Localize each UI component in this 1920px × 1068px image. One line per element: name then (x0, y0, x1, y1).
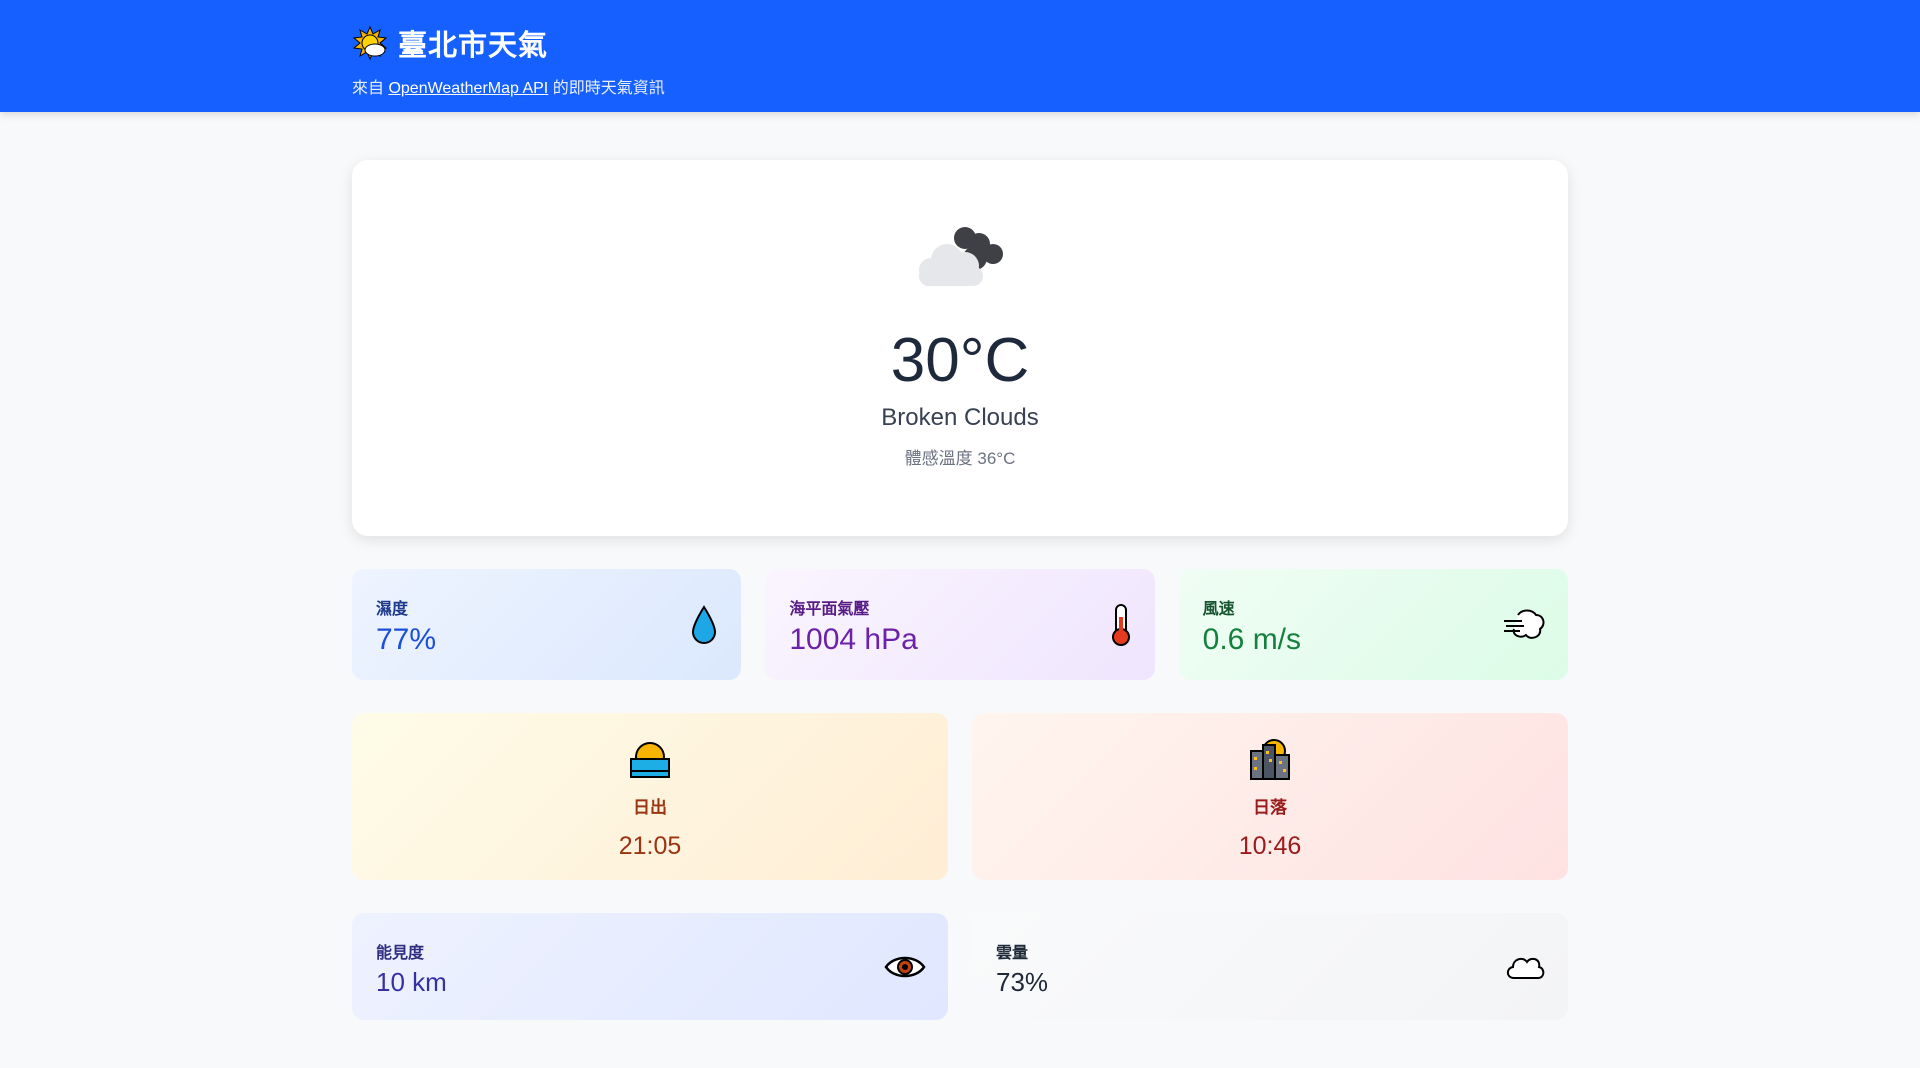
app-header: 臺北市天氣 來自 OpenWeatherMap API 的即時天氣資訊 (0, 0, 1920, 112)
sunset-label: 日落 (1253, 798, 1287, 817)
visibility-card: 能見度 10 km (352, 913, 948, 1020)
feels-like: 體感溫度 36°C (904, 449, 1016, 468)
sunrise-card: 日出 21:05 (352, 713, 948, 880)
sunrise-value: 21:05 (618, 832, 682, 860)
humidity-value: 77% (376, 623, 437, 656)
visibility-value: 10 km (376, 967, 447, 997)
header-content: 臺北市天氣 來自 OpenWeatherMap API 的即時天氣資訊 (352, 22, 665, 98)
eye-icon (884, 956, 926, 977)
current-weather-card: 30°C Broken Clouds 體感溫度 36°C (352, 160, 1568, 536)
city-sunset-icon (1250, 739, 1290, 780)
extra-row: 能見度 10 km 雲量 73% (352, 913, 1568, 1020)
visibility-label: 能見度 (376, 945, 425, 962)
weather-description: Broken Clouds (881, 404, 1039, 431)
cloud-icon (1506, 957, 1545, 979)
page-title: 臺北市天氣 (398, 30, 549, 62)
header-subtitle: 來自 OpenWeatherMap API 的即時天氣資訊 (352, 74, 665, 98)
broken-clouds-icon (919, 227, 1003, 286)
pressure-label: 海平面氣壓 (789, 601, 870, 618)
openweathermap-link[interactable]: OpenWeatherMap API (388, 80, 548, 97)
main-content: 30°C Broken Clouds 體感溫度 36°C 濕度 77% 海平面氣… (352, 160, 1568, 1020)
sun-row: 日出 21:05 日落 10:46 (352, 713, 1568, 880)
clouds-card: 雲量 73% (972, 913, 1568, 1020)
sunrise-label: 日出 (633, 798, 667, 817)
droplet-icon (692, 604, 717, 644)
thermometer-icon (1111, 603, 1130, 646)
clouds-value: 73% (996, 967, 1049, 997)
subtitle-suffix: 的即時天氣資訊 (548, 80, 665, 97)
wind-card: 風速 0.6 m/s (1178, 569, 1568, 680)
clouds-label: 雲量 (996, 945, 1029, 962)
current-temperature: 30°C (890, 326, 1030, 395)
humidity-label: 濕度 (376, 601, 409, 618)
humidity-card: 濕度 77% (352, 569, 742, 680)
title-row: 臺北市天氣 (352, 22, 665, 64)
sunset-value: 10:46 (1238, 832, 1302, 860)
pressure-value: 1004 hPa (789, 623, 918, 656)
pressure-card: 海平面氣壓 1004 hPa (765, 569, 1155, 680)
subtitle-prefix: 來自 (352, 80, 389, 97)
sun-behind-cloud-icon (352, 25, 388, 61)
sunset-card: 日落 10:46 (972, 713, 1568, 880)
wind-icon (1503, 609, 1545, 639)
stats-row: 濕度 77% 海平面氣壓 1004 hPa 風速 0.6 m/s (352, 569, 1568, 680)
sunrise-icon (630, 742, 670, 778)
